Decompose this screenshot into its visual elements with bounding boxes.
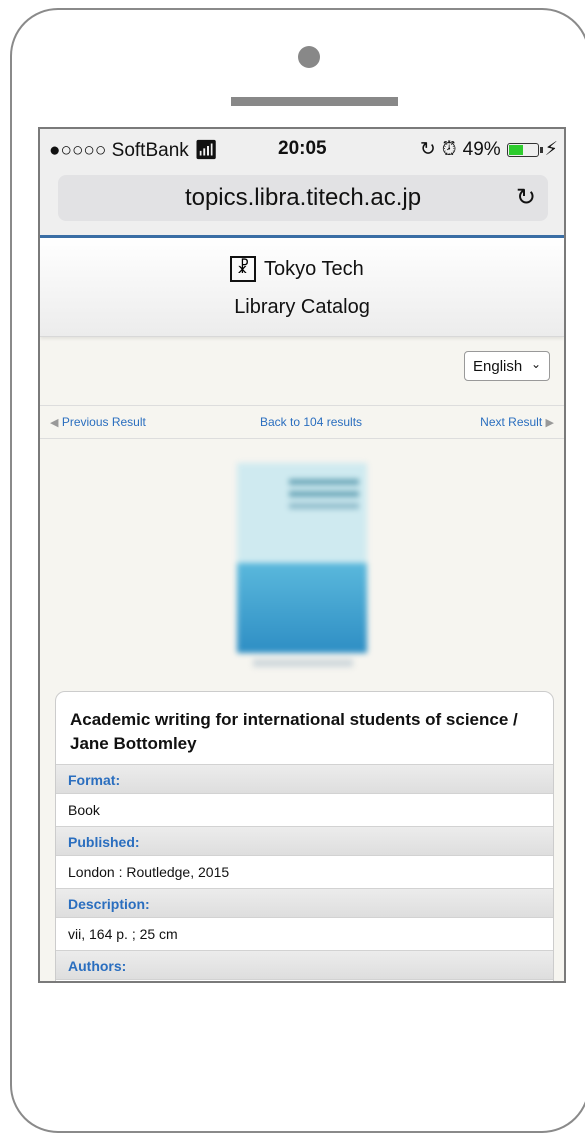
chevron-right-icon: ▶ <box>545 417 554 429</box>
description-label: Description: <box>56 888 553 918</box>
published-value: London : Routledge, 2015 <box>68 864 230 880</box>
clock: 20:05 <box>278 138 327 159</box>
format-label: Format: <box>56 764 553 794</box>
url-text[interactable]: topics.libra.titech.ac.jp <box>58 184 508 212</box>
carrier-label: ●○○○○ SoftBank 📶︎ <box>49 140 219 161</box>
next-result-link[interactable]: Next Result ▶ <box>480 415 554 429</box>
reload-icon[interactable]: ↻ <box>516 183 536 212</box>
back-to-results-link[interactable]: Back to 104 results <box>260 415 362 429</box>
result-navigation: ◀ Previous Result Back to 104 results Ne… <box>40 405 564 439</box>
front-camera <box>298 46 320 68</box>
chevron-left-icon: ◀ <box>50 417 59 429</box>
record-details: Academic writing for international stude… <box>55 691 554 981</box>
previous-result-link[interactable]: ◀ Previous Result <box>50 415 146 429</box>
battery-percent: 49% <box>462 138 501 160</box>
status-bar: ●○○○○ SoftBank 📶︎ 20:05 ↻ ⏰︎ 49% ⚡︎ <box>40 129 564 167</box>
browser-toolbar: topics.libra.titech.ac.jp ↻ <box>40 167 564 238</box>
format-value: Book <box>68 802 100 818</box>
language-select[interactable]: English ⌄ <box>464 351 550 381</box>
alarm-icon: ⏰︎ <box>441 138 457 160</box>
tokyo-tech-emblem-icon: ☧ <box>230 256 256 282</box>
battery-icon <box>506 142 543 157</box>
catalog-subtitle: Library Catalog <box>234 296 370 318</box>
site-header: ☧ Tokyo Tech Library Catalog <box>40 238 564 337</box>
published-label: Published: <box>56 826 553 856</box>
status-right: ↻ ⏰︎ 49% ⚡︎ <box>420 138 558 161</box>
logo-text: Tokyo Tech <box>264 257 364 280</box>
site-logo[interactable]: ☧ Tokyo Tech <box>230 256 364 282</box>
wifi-icon: 📶︎ <box>194 140 219 161</box>
chevron-down-icon: ⌄ <box>530 357 541 371</box>
book-cover-image[interactable] <box>233 459 373 679</box>
speaker-grille <box>231 97 398 106</box>
address-bar[interactable]: topics.libra.titech.ac.jp ↻ <box>58 175 548 221</box>
language-selected: English <box>473 358 523 375</box>
orientation-lock-icon: ↻ <box>419 139 436 160</box>
phone-screen: ●○○○○ SoftBank 📶︎ 20:05 ↻ ⏰︎ 49% ⚡︎ topi… <box>38 127 566 983</box>
authors-label: Authors: <box>56 950 553 980</box>
record-title: Academic writing for international stude… <box>70 710 518 753</box>
charging-icon: ⚡︎ <box>544 139 558 160</box>
description-value: vii, 164 p. ; 25 cm <box>68 926 178 942</box>
